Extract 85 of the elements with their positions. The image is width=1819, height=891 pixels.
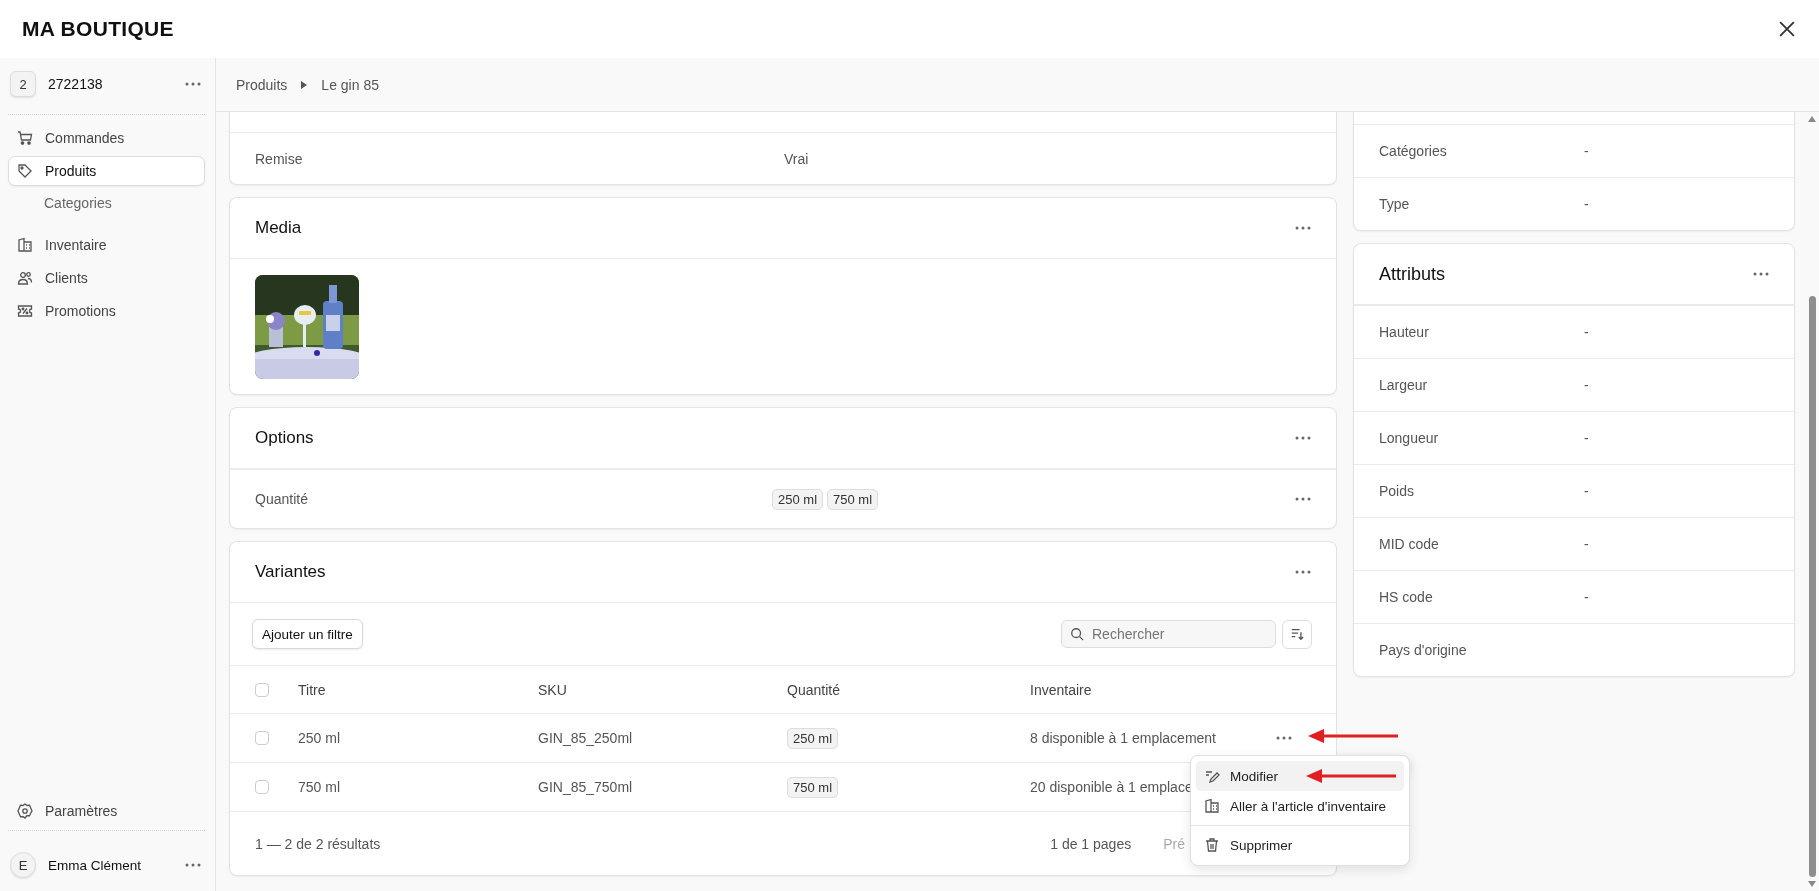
option-value-chip: 250 ml <box>772 488 824 510</box>
field-label: Poids <box>1379 483 1416 499</box>
field-value: - <box>1584 483 1590 499</box>
field-label: Hauteur <box>1379 324 1430 340</box>
building-icon <box>1204 798 1220 814</box>
scroll-up-icon[interactable] <box>1808 116 1816 122</box>
card-title: Options <box>255 428 314 448</box>
card-title: Attributs <box>1379 263 1446 285</box>
nav-subitem[interactable]: Categories <box>8 189 205 217</box>
nav-item[interactable]: Commandes <box>8 123 205 153</box>
ticket-icon <box>17 303 33 319</box>
search-field[interactable]: Rechercher <box>1061 620 1276 648</box>
table-cell-text: GIN_85_250ml <box>538 730 634 746</box>
quantity-chip: 750 ml <box>787 777 839 798</box>
search-icon <box>1070 627 1084 641</box>
scroll-down-icon[interactable] <box>1808 881 1816 887</box>
close-icon[interactable] <box>1779 21 1795 37</box>
field-value: - <box>1584 324 1590 340</box>
row-checkbox[interactable] <box>255 780 269 794</box>
option-name: Quantité <box>255 491 309 507</box>
row-actions-icon[interactable] <box>1276 736 1292 740</box>
more-icon[interactable] <box>185 863 201 867</box>
add-filter-button[interactable]: Ajouter un filtre <box>252 619 363 649</box>
building-icon <box>17 237 33 253</box>
breadcrumb-current: Le gin 85 <box>321 76 379 93</box>
field-value: - <box>1584 430 1590 446</box>
more-icon[interactable] <box>1753 272 1769 276</box>
field-label: HS code <box>1379 589 1434 605</box>
table-cell-text: GIN_85_750ml <box>538 779 634 795</box>
trash-icon <box>1204 837 1220 853</box>
nav-item[interactable]: Promotions <box>8 296 205 326</box>
more-icon[interactable] <box>185 82 201 86</box>
sort-button[interactable] <box>1282 619 1312 649</box>
field-value: - <box>1584 536 1590 552</box>
settings-icon <box>17 803 33 819</box>
field-value: - <box>1584 377 1590 393</box>
field-label: Longueur <box>1379 430 1440 446</box>
row-checkbox[interactable] <box>255 731 269 745</box>
field-label: MID code <box>1379 536 1440 552</box>
field-value: - <box>1584 196 1590 212</box>
users-icon <box>17 270 33 286</box>
more-icon[interactable] <box>1295 497 1311 501</box>
more-icon[interactable] <box>1295 436 1311 440</box>
option-value-chip: 750 ml <box>827 488 879 510</box>
field-label: Type <box>1379 196 1411 212</box>
caret-icon <box>301 80 308 89</box>
field-value: Vrai <box>784 150 810 167</box>
settings-item[interactable]: Paramètres <box>8 796 205 826</box>
column-header: Quantité <box>787 681 841 698</box>
quantity-chip: 250 ml <box>787 728 839 749</box>
field-label: Largeur <box>1379 377 1429 393</box>
field-value: - <box>1584 589 1590 605</box>
store-name: 2722138 <box>48 76 104 92</box>
field-value: - <box>1584 143 1590 159</box>
column-header: Inventaire <box>1030 681 1093 698</box>
sort-icon <box>1290 627 1304 641</box>
nav-item[interactable]: Inventaire <box>8 230 205 260</box>
pencil-icon <box>1204 768 1220 784</box>
field-label: Remise <box>255 150 304 167</box>
store-badge: 2 <box>10 71 36 97</box>
field-label: Catégories <box>1379 143 1448 159</box>
tag-icon <box>17 163 33 179</box>
select-all-checkbox[interactable] <box>255 682 269 697</box>
breadcrumb-link[interactable]: Produits <box>236 76 288 93</box>
more-icon[interactable] <box>1295 570 1311 574</box>
menu-item[interactable]: Aller à l'article d'inventaire <box>1196 791 1404 821</box>
nav-item[interactable]: Produits <box>8 156 205 186</box>
card-title: Variantes <box>255 562 326 582</box>
column-header: Titre <box>298 681 327 698</box>
card-title: Media <box>255 218 302 238</box>
nav-item[interactable]: Clients <box>8 263 205 293</box>
menu-item[interactable]: Supprimer <box>1196 830 1404 860</box>
user-name: Emma Clément <box>48 857 143 873</box>
results-count: 1 — 2 de 2 résultats <box>255 835 381 852</box>
brand-logo: MA BOUTIQUE <box>22 17 174 41</box>
user-avatar: E <box>10 852 36 878</box>
menu-item[interactable]: Modifier <box>1196 761 1404 791</box>
column-header: SKU <box>538 681 568 698</box>
field-label: Pays d'origine <box>1379 642 1468 658</box>
more-icon[interactable] <box>1295 226 1311 230</box>
table-cell-text: 250 ml <box>298 730 342 746</box>
table-cell-text: 750 ml <box>298 779 342 795</box>
table-cell-text: 8 disponible à 1 emplacement <box>1030 730 1217 746</box>
cart-icon <box>17 130 33 146</box>
page-count: 1 de 1 pages <box>1050 835 1132 852</box>
